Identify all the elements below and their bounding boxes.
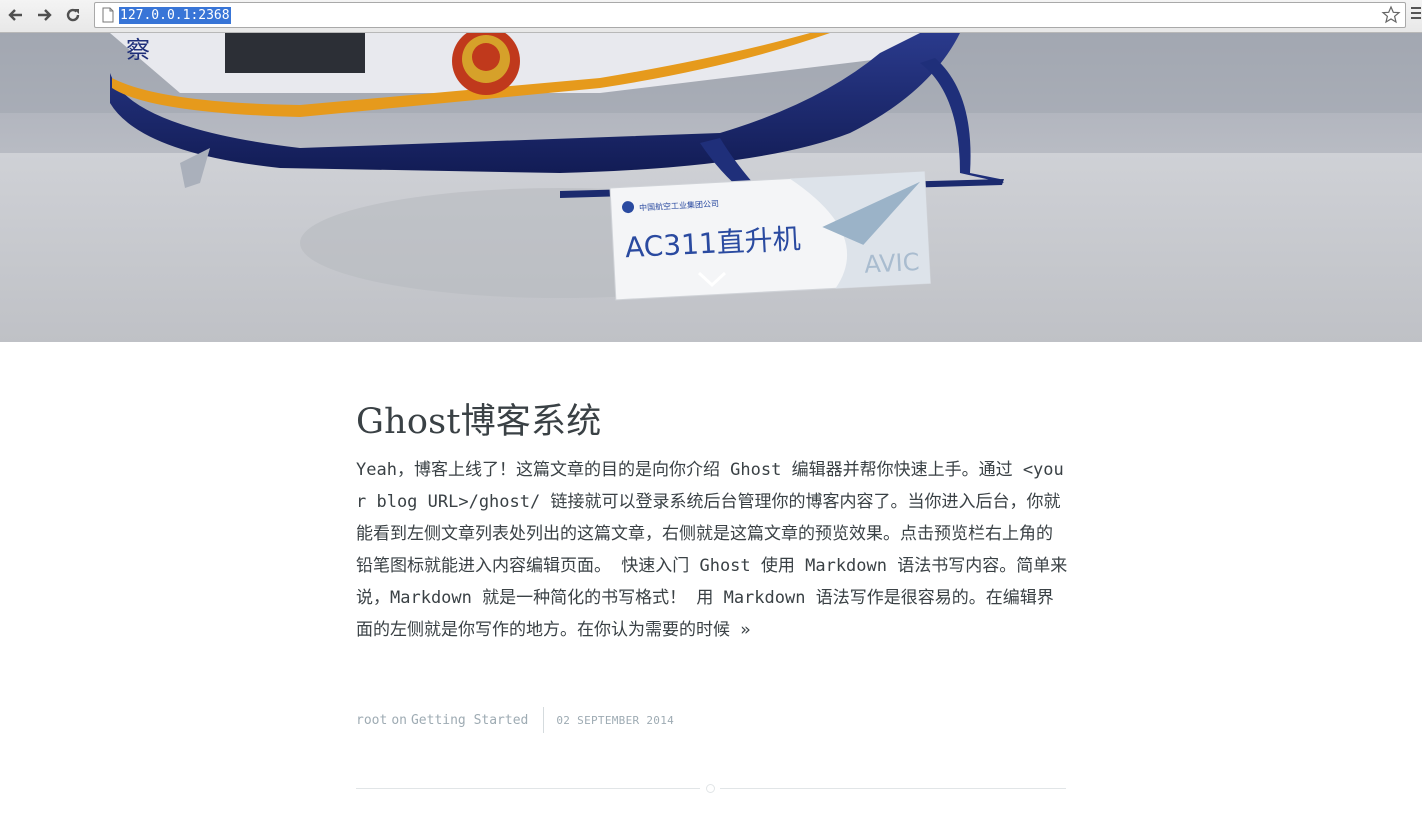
helicopter-photo: 察 中国航空工业集团公司 AC311直升机 AVIC (0, 33, 1422, 342)
reload-icon[interactable] (61, 4, 85, 26)
url-text[interactable]: 127.0.0.1:2368 (119, 7, 231, 24)
separator-dot (706, 784, 715, 793)
post-excerpt: Yeah，博客上线了！这篇文章的目的是向你介绍 Ghost 编辑器并帮你快速上手… (356, 454, 1068, 646)
hero-cover-image: 察 中国航空工业集团公司 AC311直升机 AVIC (0, 33, 1422, 342)
post-meta: root on Getting Started 02 SEPTEMBER 201… (356, 707, 674, 733)
forward-arrow-icon[interactable] (32, 4, 56, 26)
post-tag-link[interactable]: Getting Started (411, 713, 528, 728)
post-card: Ghost博客系统 Yeah，博客上线了！这篇文章的目的是向你介绍 Ghost … (356, 390, 1068, 646)
meta-divider (543, 707, 545, 733)
post-title[interactable]: Ghost博客系统 (356, 390, 1066, 454)
star-icon[interactable] (1381, 5, 1401, 25)
post-meta-on-label: on (391, 712, 407, 728)
browser-toolbar: 127.0.0.1:2368 (0, 0, 1422, 33)
page-icon (102, 7, 114, 23)
post-separator (356, 783, 1066, 793)
post-excerpt-text: Yeah，博客上线了！这篇文章的目的是向你介绍 Ghost 编辑器并帮你快速上手… (356, 460, 1068, 640)
menu-icon[interactable] (1411, 7, 1421, 23)
chevron-down-icon[interactable] (696, 269, 728, 289)
post-date: 02 SEPTEMBER 2014 (556, 713, 675, 727)
sign-brand-text: AVIC (864, 248, 921, 279)
emblem-text: 察 (126, 36, 150, 64)
address-bar[interactable]: 127.0.0.1:2368 (94, 2, 1406, 28)
back-arrow-icon[interactable] (4, 4, 28, 26)
post-author-link[interactable]: root (356, 713, 387, 728)
read-more-link[interactable]: » (740, 620, 750, 640)
